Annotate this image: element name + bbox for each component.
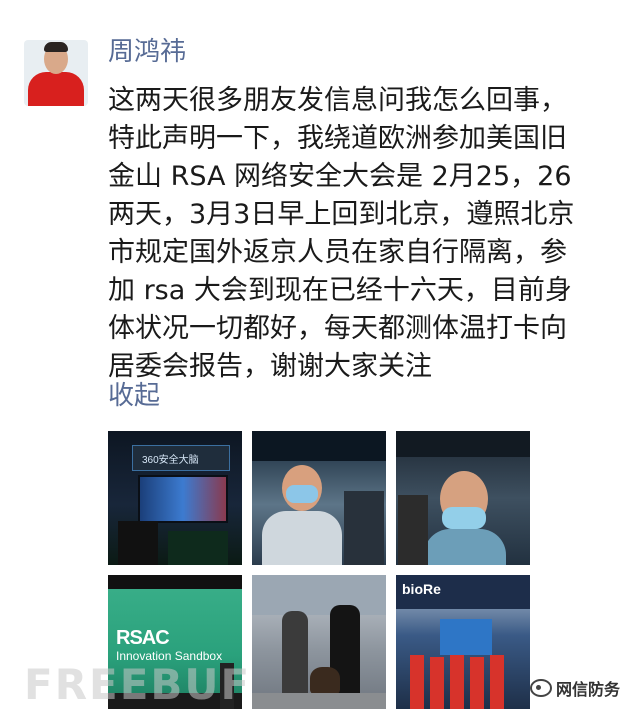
brand-watermark-text: 网信防务 xyxy=(556,680,621,699)
photo-masked-crowd[interactable] xyxy=(252,431,386,565)
person-jacket xyxy=(424,529,506,565)
booth-sign-text: bioRe xyxy=(402,581,441,597)
collapse-link[interactable]: 收起 xyxy=(108,380,160,412)
person-red xyxy=(490,655,504,709)
brand-watermark: 网信防务 xyxy=(530,676,620,700)
dog-icon xyxy=(310,667,340,695)
photo-masked-selfie[interactable] xyxy=(396,431,530,565)
author-name[interactable]: 周鸿祎 xyxy=(108,36,186,68)
mask-icon xyxy=(286,485,318,503)
person-red xyxy=(450,655,464,709)
person-jacket xyxy=(262,511,342,565)
photo-booth-360[interactable]: 360安全大脑 xyxy=(108,431,242,565)
person-background xyxy=(344,491,384,565)
booth-base xyxy=(168,531,228,565)
wechat-official-icon xyxy=(530,679,552,697)
freebuf-watermark: FREEBUF xyxy=(24,660,252,709)
person-red xyxy=(470,657,484,709)
hall-ceiling xyxy=(252,431,386,461)
hall-background xyxy=(252,575,386,615)
booth-stand xyxy=(118,521,158,565)
person-left xyxy=(398,495,428,565)
post-text-line: 体状况一切都好，每天都测体温打卡向 xyxy=(108,313,567,344)
post-text-line: 两天，3月3日早上回到北京，遵照北京 xyxy=(108,199,575,230)
person-red xyxy=(410,655,424,709)
avatar-shirt xyxy=(28,72,84,106)
booth-sign-text: 360安全大脑 xyxy=(142,455,199,466)
post-text-line: 居委会报告，谢谢大家关注 xyxy=(108,351,432,382)
mask-icon xyxy=(442,507,486,529)
stage-top xyxy=(108,575,242,589)
booth-screen-icon xyxy=(138,475,228,523)
person-red xyxy=(430,657,444,709)
moments-post: 周鸿祎 这两天很多朋友发信息问我怎么回事， 特此声明一下，我绕道欧洲参加美国旧 … xyxy=(0,0,630,716)
hall-ceiling xyxy=(396,431,530,457)
post-text-line: 市规定国外返京人员在家自行隔离，参 xyxy=(108,237,567,268)
floor xyxy=(252,693,386,709)
photo-security-dog[interactable] xyxy=(252,575,386,709)
booth-screen xyxy=(440,619,492,655)
post-text-line: 这两天很多朋友发信息问我怎么回事， xyxy=(108,85,567,116)
avatar-hair xyxy=(44,42,68,52)
post-text-line: 特此声明一下，我绕道欧洲参加美国旧 xyxy=(108,123,567,154)
avatar[interactable] xyxy=(24,40,88,106)
post-text: 这两天很多朋友发信息问我怎么回事， 特此声明一下，我绕道欧洲参加美国旧 金山 R… xyxy=(108,82,628,386)
rsac-logo-text: RSAC xyxy=(116,627,170,649)
photo-booth-group[interactable]: bioRe xyxy=(396,575,530,709)
post-text-line: 加 rsa 大会到现在已经十六天，目前身 xyxy=(108,275,572,306)
post-text-line: 金山 RSA 网络安全大会是 2月25，26 xyxy=(108,161,572,192)
